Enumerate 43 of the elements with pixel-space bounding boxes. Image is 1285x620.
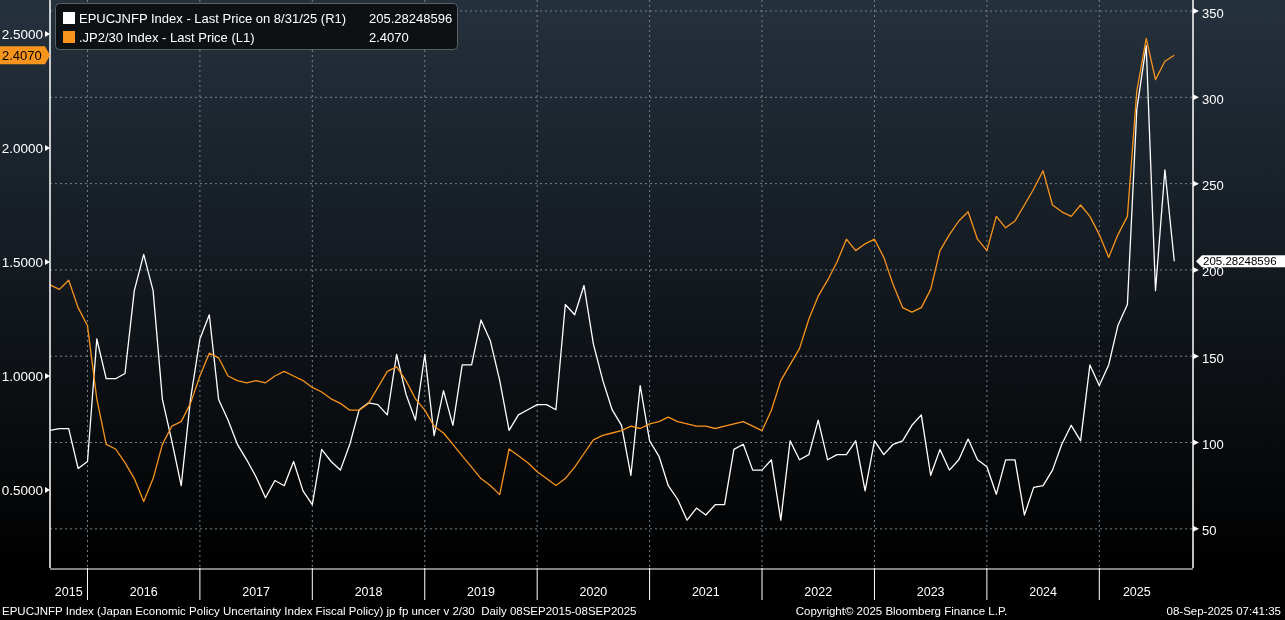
axis-label: 0.5000 xyxy=(1,483,43,498)
tick-mark xyxy=(45,31,50,37)
axis-label: 1.0000 xyxy=(1,369,43,384)
axis-label: 2023 xyxy=(916,585,945,599)
tick-mark xyxy=(1193,8,1199,15)
tick-mark xyxy=(1193,525,1199,532)
axis-label: 150 xyxy=(1202,350,1224,366)
tick-mark xyxy=(45,259,50,265)
tick-mark xyxy=(45,487,50,493)
chart-description: EPUCJNFP Index (Japan Economic Policy Uncertainty Index Fiscal Policy) jp fp uncer v 2/30 Daily 08SEP2015-08SEP2025 xyxy=(2,604,637,619)
axis-label: 50 xyxy=(1202,523,1217,539)
value-tag: 205.28248596 xyxy=(1196,255,1285,268)
axis-label: 2019 xyxy=(467,585,495,599)
legend-label: EPUCJNFP Index - Last Price on 8/31/25 (R1) xyxy=(79,11,347,26)
tick-mark xyxy=(1193,266,1199,273)
tick-mark xyxy=(1193,94,1199,101)
legend-value: 205.28248596 xyxy=(369,11,453,26)
axis-label: 300 xyxy=(1202,91,1224,107)
axis-label: 2.5000 xyxy=(1,27,43,42)
axis-label: 2015 xyxy=(54,585,83,599)
axis-label: 2017 xyxy=(242,585,270,599)
legend-label: .JP2/30 Index - Last Price (L1) xyxy=(79,30,255,45)
axis-label: 2020 xyxy=(579,585,608,599)
legend-value: 2.4070 xyxy=(369,30,409,45)
tick-mark xyxy=(45,145,50,151)
axis-label: 2016 xyxy=(129,585,158,599)
tick-mark xyxy=(1193,353,1199,360)
timestamp: 08-Sep-2025 07:41:35 xyxy=(1166,604,1281,619)
copyright-text: Copyright© 2025 Bloomberg Finance L.P. xyxy=(795,604,1008,619)
axis-label: 2.0000 xyxy=(1,141,43,156)
value-tag: 2.4070 xyxy=(0,46,50,65)
axis-label: 100 xyxy=(1202,437,1224,453)
axis-label: 2021 xyxy=(691,585,720,599)
axis-label: 350 xyxy=(1202,5,1224,21)
axis-label: 250 xyxy=(1202,178,1224,194)
axis-label: 2024 xyxy=(1029,585,1057,599)
tick-mark xyxy=(45,373,50,379)
axis-label: 2022 xyxy=(804,585,833,599)
axis-label: 1.5000 xyxy=(1,255,43,270)
tick-mark xyxy=(1193,439,1199,446)
axis-label: 2025 xyxy=(1122,585,1151,599)
axis-label: 2018 xyxy=(354,585,383,599)
tick-mark xyxy=(1193,180,1199,187)
